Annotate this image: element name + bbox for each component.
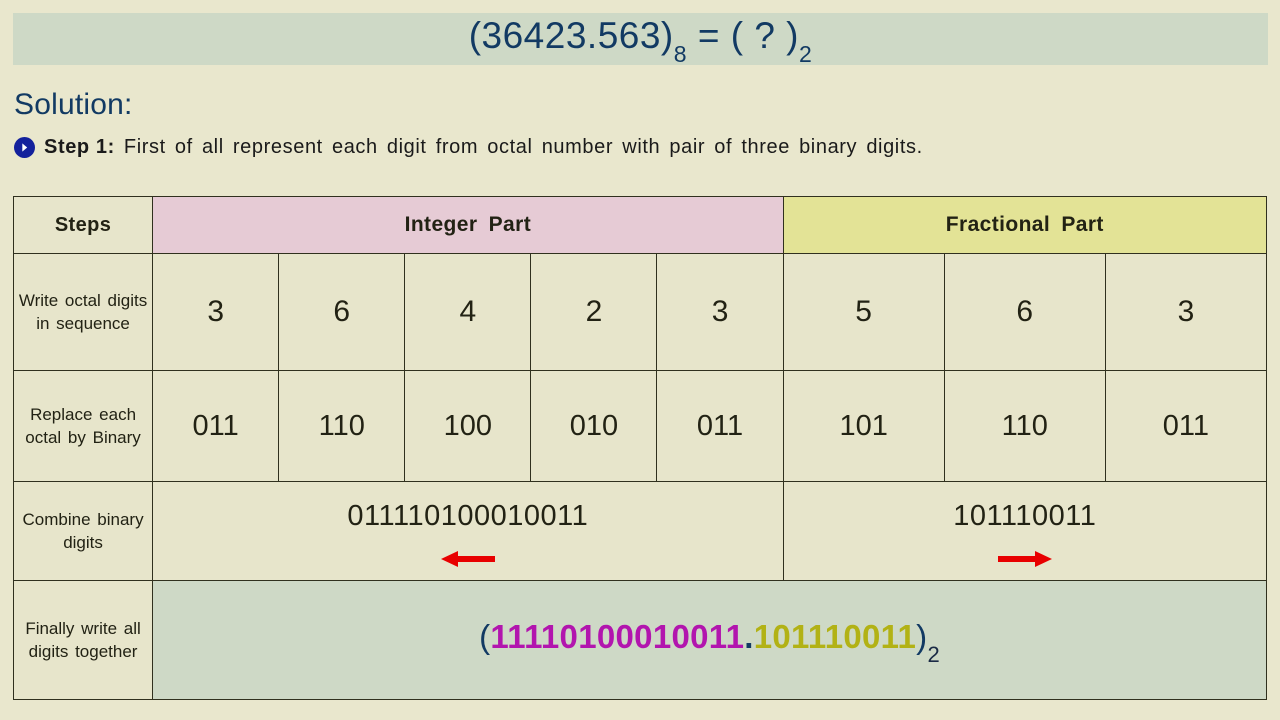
arrow-right-icon [784,550,1266,568]
final-open-paren: ( [479,618,490,655]
title-target-base: 2 [799,41,812,67]
table-row-combine: Combine binary digits 011110100010011 10… [14,482,1267,581]
row-label-replace-binary: Replace each octal by Binary [14,371,153,482]
binary-triplet-int-2: 100 [405,371,531,482]
table-row-replace-binary: Replace each octal by Binary 011 110 100… [14,371,1267,482]
octal-digit-int-1: 6 [279,254,405,371]
final-answer: (11110100010011.101110011)2 [479,618,940,655]
final-base-subscript: 2 [927,642,940,667]
header-fractional-part: Fractional Part [783,197,1266,254]
solution-heading: Solution: [14,88,133,122]
final-radix-point: . [744,618,753,655]
conversion-table: Steps Integer Part Fractional Part Write… [13,196,1267,700]
binary-triplet-int-0: 011 [153,371,279,482]
combine-integer-cell: 011110100010011 [153,482,783,581]
binary-triplet-int-3: 010 [531,371,657,482]
title-equation: (36423.563)8 = ( ? )2 [469,17,813,60]
header-steps: Steps [14,197,153,254]
final-close-paren: ) [916,618,927,655]
binary-triplet-frac-2: 011 [1105,371,1266,482]
title-octal-base: 8 [674,41,687,67]
binary-triplet-int-4: 011 [657,371,783,482]
octal-digit-int-3: 2 [531,254,657,371]
chevron-right-circle-icon [14,137,35,158]
step-1-label: Step 1: [44,136,115,159]
step-1-text: First of all represent each digit from o… [124,136,923,159]
octal-digit-frac-1: 6 [944,254,1105,371]
binary-triplet-int-1: 110 [279,371,405,482]
binary-triplet-frac-1: 110 [944,371,1105,482]
table-row-final: Finally write all digits together (11110… [14,581,1267,700]
title-bar: (36423.563)8 = ( ? )2 [13,13,1268,65]
row-label-combine: Combine binary digits [14,482,153,581]
title-equals-question: = ( ? ) [687,15,799,56]
row-label-final: Finally write all digits together [14,581,153,700]
octal-digit-int-4: 3 [657,254,783,371]
final-integer-part: 11110100010011 [490,618,744,655]
combine-fractional-digits: 101110011 [784,502,1266,531]
octal-digit-int-2: 4 [405,254,531,371]
step-1-line: Step 1: First of all represent each digi… [14,136,923,159]
title-octal-value: (36423.563) [469,15,674,56]
table-row-write-octal: Write octal digits in sequence 3 6 4 2 3… [14,254,1267,371]
octal-digit-frac-2: 3 [1105,254,1266,371]
arrow-left-icon [153,550,782,568]
row-label-write-octal: Write octal digits in sequence [14,254,153,371]
octal-digit-frac-0: 5 [783,254,944,371]
final-fractional-part: 101110011 [754,618,916,655]
combine-fractional-cell: 101110011 [783,482,1266,581]
binary-triplet-frac-0: 101 [783,371,944,482]
final-answer-cell: (11110100010011.101110011)2 [153,581,1267,700]
combine-integer-digits: 011110100010011 [153,502,782,531]
header-integer-part: Integer Part [153,197,783,254]
octal-digit-int-0: 3 [153,254,279,371]
table-header-row: Steps Integer Part Fractional Part [14,197,1267,254]
